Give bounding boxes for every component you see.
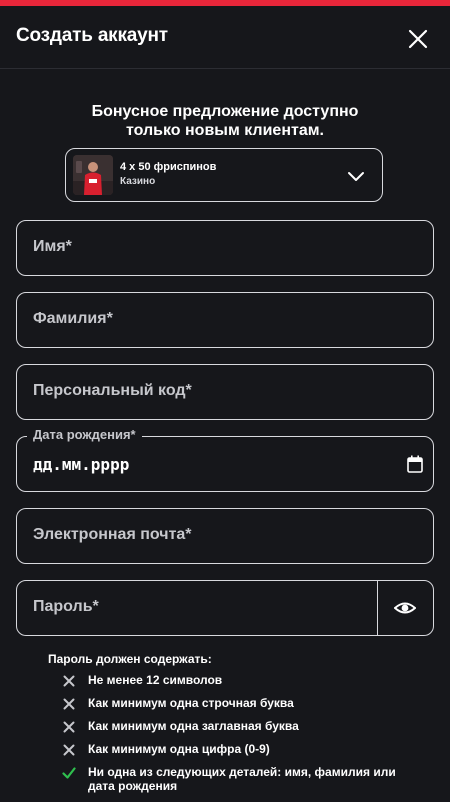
offer-thumbnail bbox=[73, 155, 113, 195]
password-rule: Не менее 12 символов bbox=[48, 673, 408, 687]
last-name-field[interactable]: Фамилия* bbox=[16, 292, 434, 348]
bonus-offer-select[interactable]: 4 x 50 фриспинов Казино bbox=[65, 148, 383, 202]
eye-icon[interactable] bbox=[394, 598, 416, 618]
cross-icon bbox=[63, 698, 75, 710]
chevron-down-icon[interactable] bbox=[346, 166, 366, 186]
first-name-field[interactable]: Имя* bbox=[16, 220, 434, 276]
offer-name: 4 x 50 фриспинов bbox=[120, 161, 217, 173]
password-rule-text: Как минимум одна строчная буква bbox=[88, 696, 294, 710]
bonus-notice: Бонусное предложение доступно только нов… bbox=[0, 102, 450, 140]
password-rule: Ни одна из следующих деталей: имя, фамил… bbox=[48, 765, 408, 793]
offer-thumbnail-image bbox=[73, 155, 113, 195]
password-rule: Как минимум одна заглавная буква bbox=[48, 719, 408, 733]
first-name-label: Имя* bbox=[33, 238, 72, 255]
password-field[interactable]: Пароль* bbox=[16, 580, 434, 636]
offer-category: Казино bbox=[120, 176, 156, 187]
password-label: Пароль* bbox=[33, 598, 99, 615]
birth-date-label: Дата рождения* bbox=[27, 427, 142, 442]
personal-code-label: Персональный код* bbox=[33, 382, 192, 399]
email-field[interactable]: Электронная почта* bbox=[16, 508, 434, 564]
cross-icon bbox=[63, 744, 75, 756]
password-rule-text: Как минимум одна заглавная буква bbox=[88, 719, 299, 733]
password-rule: Как минимум одна строчная буква bbox=[48, 696, 408, 710]
password-rule-text: Ни одна из следующих деталей: имя, фамил… bbox=[88, 765, 396, 793]
password-divider bbox=[377, 581, 378, 635]
birth-date-placeholder: дд.мм.pppp bbox=[33, 455, 130, 474]
password-rule: Как минимум одна цифра (0-9) bbox=[48, 742, 408, 756]
last-name-label: Фамилия* bbox=[33, 310, 113, 327]
calendar-icon[interactable] bbox=[407, 455, 423, 473]
password-requirements: Пароль должен содержать: Не менее 12 сим… bbox=[48, 652, 408, 802]
check-icon bbox=[62, 767, 76, 779]
birth-date-field[interactable]: Дата рождения* дд.мм.pppp bbox=[16, 427, 434, 492]
bonus-notice-line-1: Бонусное предложение доступно bbox=[91, 103, 359, 120]
password-rule-text: Как минимум одна цифра (0-9) bbox=[88, 742, 270, 756]
modal-header: Создать аккаунт bbox=[0, 6, 450, 69]
cross-icon bbox=[63, 721, 75, 733]
page-title: Создать аккаунт bbox=[16, 25, 168, 46]
personal-code-field[interactable]: Персональный код* bbox=[16, 364, 434, 420]
password-requirements-heading: Пароль должен содержать: bbox=[48, 652, 212, 666]
email-label: Электронная почта* bbox=[33, 526, 192, 543]
bonus-notice-line-2: только новым клиентам. bbox=[125, 122, 324, 139]
cross-icon bbox=[63, 675, 75, 687]
password-rule-text: Не менее 12 символов bbox=[88, 673, 223, 687]
close-icon[interactable] bbox=[405, 26, 431, 52]
